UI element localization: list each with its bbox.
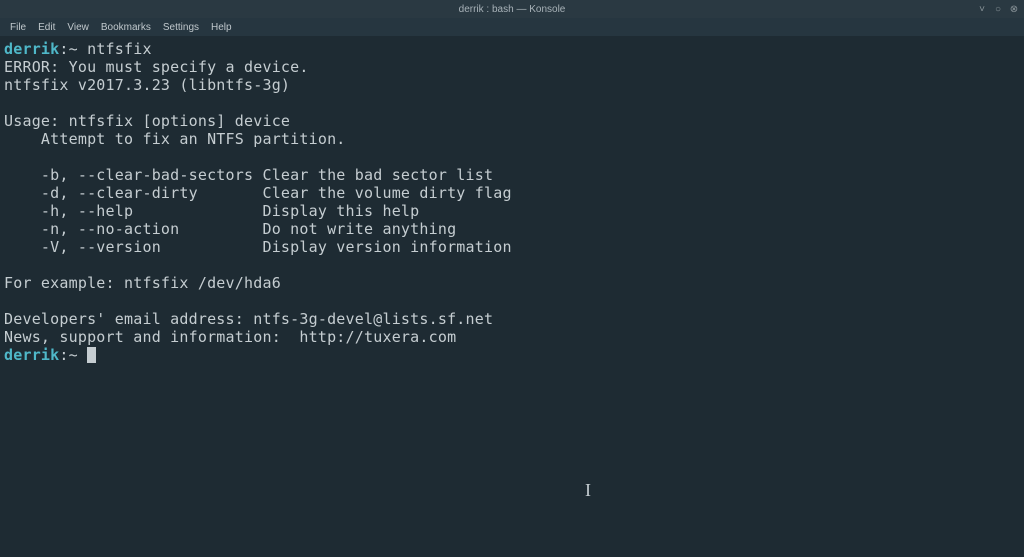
titlebar: derrik : bash — Konsole ˅ ○ ⊗	[0, 0, 1024, 18]
terminal-area[interactable]: derrik:~ ntfsfix ERROR: You must specify…	[0, 36, 1024, 368]
output-line: -d, --clear-dirty Clear the volume dirty…	[4, 184, 512, 202]
menu-edit[interactable]: Edit	[32, 20, 61, 35]
output-line: -h, --help Display this help	[4, 202, 419, 220]
output-line: -b, --clear-bad-sectors Clear the bad se…	[4, 166, 493, 184]
output-line: Developers' email address: ntfs-3g-devel…	[4, 310, 493, 328]
output-line: News, support and information: http://tu…	[4, 328, 456, 346]
output-line: -n, --no-action Do not write anything	[4, 220, 456, 238]
command-text: ntfsfix	[87, 40, 152, 58]
prompt-user: derrik	[4, 346, 59, 364]
prompt-path: ~	[69, 40, 78, 58]
menu-bookmarks[interactable]: Bookmarks	[95, 20, 157, 35]
ibeam-cursor-icon: I	[585, 480, 586, 496]
close-icon[interactable]: ⊗	[1008, 3, 1020, 15]
menu-view[interactable]: View	[61, 20, 95, 35]
output-line: ERROR: You must specify a device.	[4, 58, 309, 76]
menubar: File Edit View Bookmarks Settings Help	[0, 18, 1024, 36]
output-line: Usage: ntfsfix [options] device	[4, 112, 290, 130]
menu-settings[interactable]: Settings	[157, 20, 205, 35]
output-line: -V, --version Display version informatio…	[4, 238, 512, 256]
prompt-path: ~	[69, 346, 78, 364]
prompt-user: derrik	[4, 40, 59, 58]
window-controls: ˅ ○ ⊗	[976, 3, 1020, 15]
menu-help[interactable]: Help	[205, 20, 238, 35]
minimize-icon[interactable]: ˅	[976, 3, 988, 15]
window-title: derrik : bash — Konsole	[459, 4, 566, 15]
maximize-icon[interactable]: ○	[992, 3, 1004, 15]
output-line: For example: ntfsfix /dev/hda6	[4, 274, 281, 292]
menu-file[interactable]: File	[4, 20, 32, 35]
block-cursor	[87, 347, 96, 363]
output-line: Attempt to fix an NTFS partition.	[4, 130, 346, 148]
prompt-separator: :	[59, 346, 68, 364]
prompt-separator: :	[59, 40, 68, 58]
output-line: ntfsfix v2017.3.23 (libntfs-3g)	[4, 76, 290, 94]
